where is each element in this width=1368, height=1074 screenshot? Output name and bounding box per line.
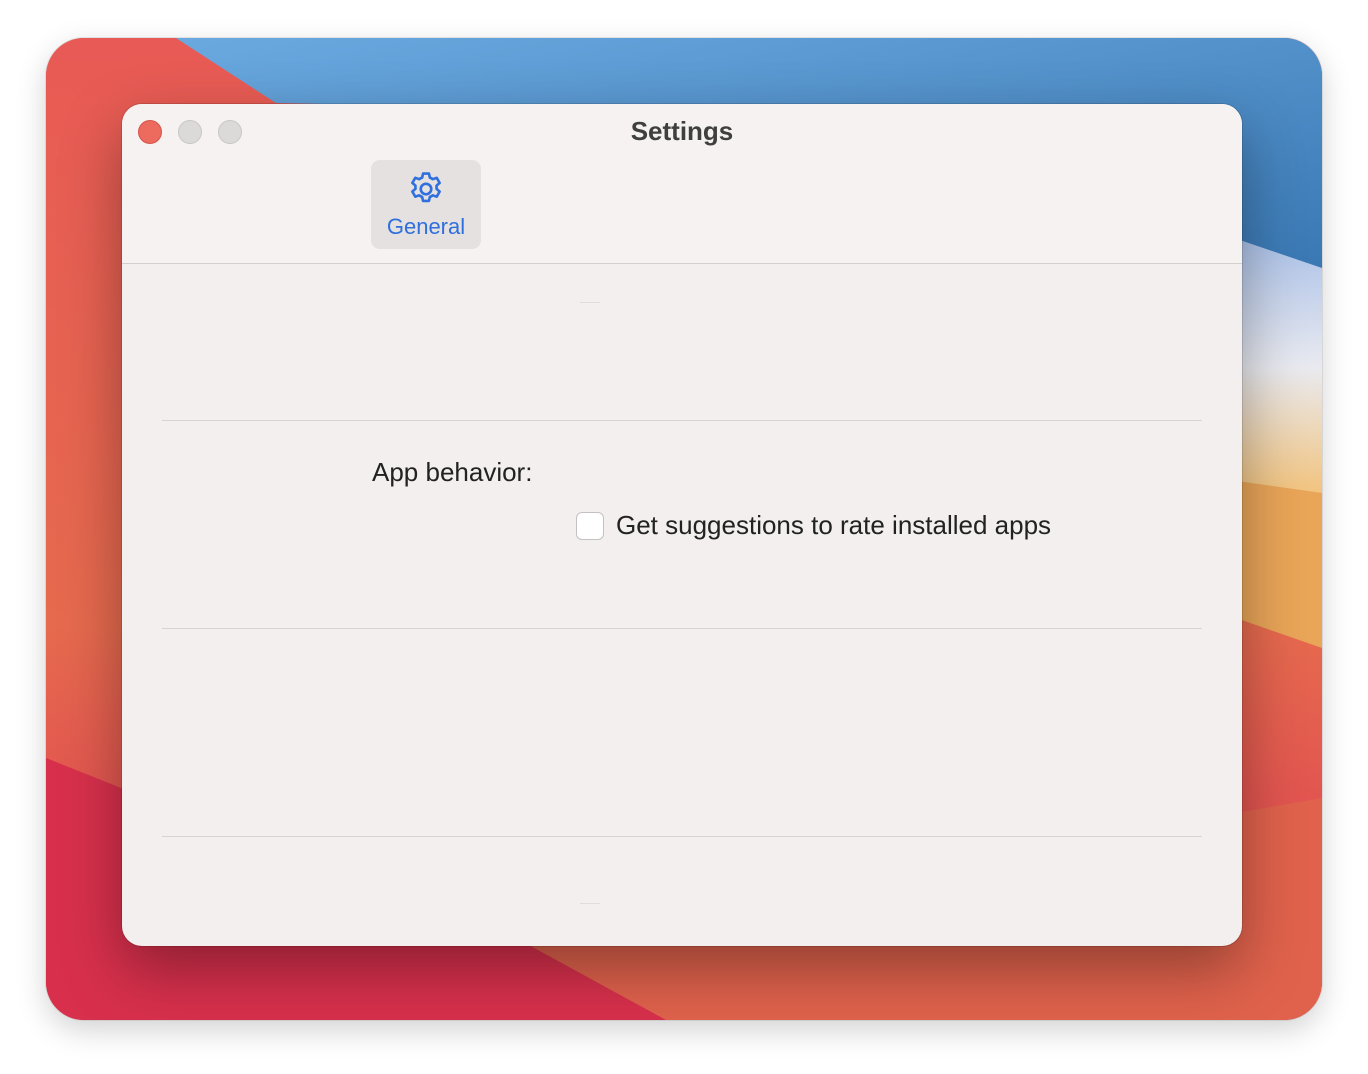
general-pane: App behavior: Get suggestions to rate in…: [122, 265, 1242, 946]
rate-suggestions-label[interactable]: Get suggestions to rate installed apps: [616, 510, 1051, 541]
window-title: Settings: [630, 116, 734, 146]
section-divider: [162, 836, 1202, 837]
window-titlebar: Settings General: [122, 104, 1242, 264]
section-divider: [162, 420, 1202, 421]
settings-window: Settings General App behavior: Get sugge…: [122, 104, 1242, 946]
app-behavior-label: App behavior:: [372, 457, 533, 487]
rate-suggestions-row[interactable]: Get suggestions to rate installed apps: [576, 510, 1051, 541]
section-separator-mark: [580, 903, 600, 904]
gear-icon: [411, 172, 441, 203]
section-separator-mark: [580, 302, 600, 303]
tab-general-label: General: [386, 214, 466, 239]
tab-general[interactable]: General: [371, 160, 481, 249]
section-divider: [162, 628, 1202, 629]
desktop-wallpaper: Settings General App behavior: Get sugge…: [46, 38, 1322, 1020]
rate-suggestions-checkbox[interactable]: [576, 511, 604, 540]
